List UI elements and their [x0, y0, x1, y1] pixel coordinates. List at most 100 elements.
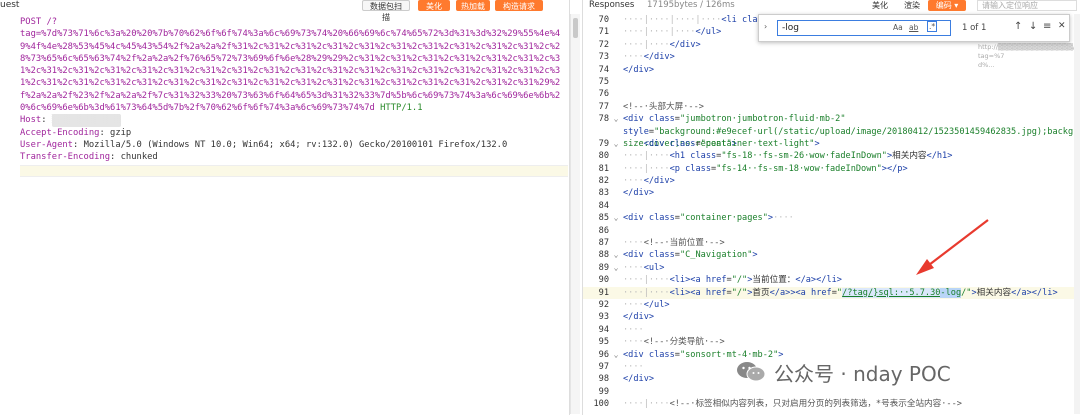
response-search-input[interactable]: 请输入定位响应 [977, 0, 1077, 11]
code-line[interactable]: 79 ⌄ ····<div class="container·text-light"… [583, 138, 1080, 150]
code-line[interactable]: 88 ⌄ <div class="C_Navigation"> [583, 249, 1080, 261]
line-number: 71 [598, 27, 609, 38]
watermark-text: 公众号 · nday POC [774, 361, 951, 386]
code-line[interactable]: 87 ····<!--·当前位置·--> [583, 237, 1080, 249]
code-line[interactable]: 91 ····|····<li><a href="/">首页</a>><a hre… [583, 286, 1080, 299]
find-input[interactable]: -log [777, 20, 951, 36]
request-header: uest 数据包扫描 美化 热加载 构造请求 [0, 0, 569, 22]
code-line[interactable]: 77 <!--·头部大屏·--> [583, 101, 1080, 113]
code-text: ····</div> [623, 52, 675, 63]
response-code-editor[interactable]: 70 ····|····|····|····<li class=" 71 ····|·… [583, 14, 1080, 411]
request-payload: tag=%7d%73%71%6c%3a%20%20%7b%70%62%6f%6f… [20, 29, 561, 114]
code-line[interactable]: 99 [583, 386, 1080, 398]
encoding-dropdown[interactable]: 编码 ▾ [928, 0, 966, 11]
build-request-button[interactable]: 构造请求 [495, 0, 543, 11]
code-line[interactable]: 80 ····|····<h1 class="fs-18··fs-sm-26·wo… [583, 150, 1080, 162]
find-menu-icon[interactable]: ≡ [1043, 21, 1051, 32]
code-line[interactable]: 92 ····</ul> [583, 299, 1080, 311]
code-line[interactable]: 86 [583, 225, 1080, 237]
line-number: 74 [598, 64, 609, 75]
code-text: ····|····|····</ul> [623, 27, 722, 38]
code-text: ····|····<!--·标签相似内容列表，只对启用分页的列表筛选，*号表示全… [623, 399, 962, 410]
line-number: 79 [598, 138, 609, 149]
code-text: ····|····<li><a href="/">首页</a>><a href=… [623, 287, 1058, 298]
request-editor[interactable]: POST /? tag=%7d%73%71%6c%3a%20%20%7b%70%… [20, 16, 568, 177]
request-scrollbar-thumb[interactable] [573, 18, 578, 38]
whole-word-toggle[interactable]: ab [909, 23, 918, 32]
fold-gutter[interactable]: ⌄ [609, 249, 623, 261]
code-text: </div> [623, 64, 655, 75]
hot-load-button[interactable]: 热加载 [456, 0, 490, 11]
code-line[interactable]: 84 [583, 200, 1080, 212]
code-line[interactable]: 95 ····<!--·分类导航·--> [583, 336, 1080, 348]
fold-gutter[interactable]: ⌄ [609, 349, 623, 361]
code-line[interactable]: 85 ⌄ <div class="container·pages">···· [583, 212, 1080, 224]
code-text: <div class="C_Navigation"> [623, 250, 758, 261]
code-line[interactable]: 93 </div> [583, 311, 1080, 323]
request-payload-block: tag=%7d%73%71%6c%3a%20%20%7b%70%62%6f%6f… [20, 28, 565, 114]
next-match-icon[interactable]: ↓ [1029, 21, 1037, 32]
fold-gutter[interactable]: ⌄ [609, 138, 623, 150]
code-line[interactable]: 81 ····|····<p class="fs-14··fs-sm-18·wow… [583, 163, 1080, 175]
code-line[interactable]: 82 ····</div> [583, 175, 1080, 187]
hover-url-line: http://▒▒▒▒▒▒▒▒▒▒▒▒▒▒▒/?tag=%7 [978, 43, 1079, 60]
line-number: 78 [598, 114, 609, 125]
tab-responses[interactable]: Responses [589, 0, 634, 10]
code-line[interactable]: 83 </div> [583, 187, 1080, 199]
fold-gutter[interactable]: ⌄ [609, 262, 623, 274]
header-row-transfer-encoding: Transfer-Encoding: chunked [20, 152, 158, 163]
code-text: ····<!--·分类导航·--> [623, 337, 725, 348]
code-line[interactable]: 75 [583, 76, 1080, 88]
code-line[interactable]: 78 ⌄ <div class="jumbotron·jumbotron-fluid… [583, 113, 1080, 149]
code-text: ····|····<li><a href="/">当前位置：</a></li> [623, 275, 842, 286]
request-pane-title: uest [0, 0, 20, 10]
code-text: </div> [623, 312, 655, 323]
line-number: 96 [598, 349, 609, 360]
close-icon[interactable]: ✕ [1058, 21, 1066, 31]
fold-gutter[interactable]: ⌄ [609, 212, 623, 224]
match-case-toggle[interactable]: Aa [893, 23, 903, 32]
line-number: 93 [598, 312, 609, 323]
header-value: chunked [120, 152, 158, 163]
line-number: 100 [593, 399, 609, 410]
response-header: Responses 17195bytes / 126ms 美化 渲染 编码 ▾ … [583, 0, 1080, 12]
header-key: Transfer-Encoding [20, 152, 111, 163]
response-beautify-button[interactable]: 美化 [867, 0, 893, 11]
host-value-masked: ▒▒▒▒▒▒▒▒▒▒▒▒▒ [51, 114, 121, 127]
active-cursor-line[interactable] [20, 164, 568, 177]
previous-match-icon[interactable]: ↑ [1014, 21, 1022, 32]
code-text: ····<div class="container·text-light"> [623, 138, 820, 149]
beautify-button[interactable]: 美化 [418, 0, 450, 11]
code-text: ····|····</div> [623, 39, 701, 50]
header-value: gzip [110, 127, 132, 138]
code-text: ····<!--·当前位置·--> [623, 238, 725, 249]
response-scrollbar[interactable] [1074, 14, 1080, 414]
code-text: </div> [623, 188, 655, 199]
line-number: 89 [598, 262, 609, 273]
chevron-right-icon[interactable]: › [764, 22, 767, 31]
code-line[interactable]: 100 ····|····<!--·标签相似内容列表，只对启用分页的列表筛选，*号… [583, 398, 1080, 410]
line-number: 90 [598, 275, 609, 286]
line-number: 86 [598, 225, 609, 236]
code-line[interactable]: 89 ⌄ ····<ul> [583, 262, 1080, 274]
render-button[interactable]: 渲染 [899, 0, 925, 11]
request-line: POST /? [20, 17, 58, 27]
regex-toggle[interactable]: .* [927, 21, 938, 32]
packet-scan-button[interactable]: 数据包扫描 [362, 0, 410, 22]
code-line[interactable]: 76 [583, 88, 1080, 100]
fold-gutter[interactable]: ⌄ [609, 113, 623, 125]
find-widget: › -log Aa ab .* 1 of 1 ↑ ↓ ≡ ✕ [758, 14, 1070, 42]
code-text: ····|····|····|····<li class=" [623, 15, 778, 25]
header-row-host: Host: ▒▒▒▒▒▒▒▒▒▒▒▒▒ [20, 114, 121, 127]
line-number: 94 [598, 324, 609, 335]
code-line[interactable]: 94 ···· [583, 324, 1080, 336]
request-scrollbar[interactable] [570, 14, 580, 414]
line-number: 91 [598, 287, 609, 298]
code-line[interactable]: 90 ····|····<li><a href="/">当前位置：</a></li… [583, 274, 1080, 286]
watermark: 公众号 · nday POC [736, 357, 951, 387]
line-number: 82 [598, 176, 609, 187]
request-protocol: HTTP/1.1 [380, 103, 423, 114]
code-text: </div> [623, 374, 655, 385]
line-number: 76 [598, 89, 609, 100]
hover-url-line: d%... [978, 61, 995, 69]
